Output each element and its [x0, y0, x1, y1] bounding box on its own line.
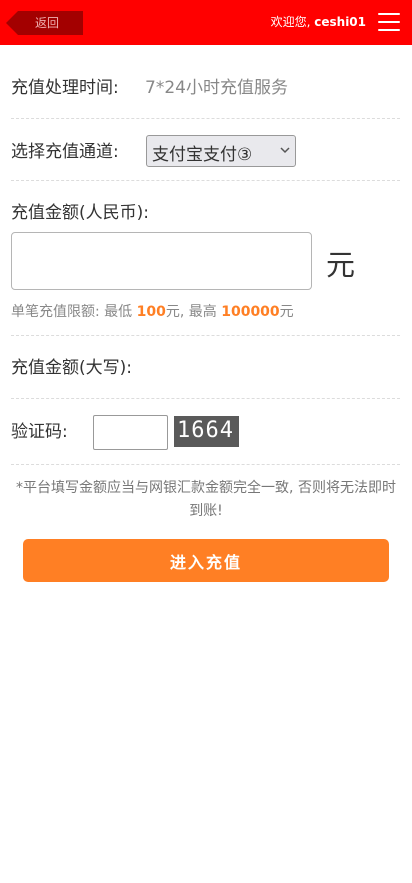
- channel-selected-value: 支付宝支付③: [152, 145, 253, 165]
- top-bar: 返回 欢迎您, ceshi01: [0, 0, 412, 45]
- menu-line: [378, 13, 400, 15]
- limit-max: 100000: [221, 304, 280, 320]
- back-button-label: 返回: [35, 16, 60, 30]
- amount-unit: 元: [326, 248, 356, 282]
- username: ceshi01: [314, 15, 366, 29]
- back-button[interactable]: 返回: [6, 11, 83, 35]
- amount-label: 充值金额(人民币):: [11, 203, 149, 223]
- limit-suffix: 元: [279, 304, 294, 320]
- captcha-image[interactable]: 1664: [174, 416, 239, 447]
- limit-prefix: 单笔充值限额: 最低: [11, 304, 137, 320]
- captcha-image-text: 1664: [177, 418, 234, 443]
- hamburger-menu-icon[interactable]: [378, 13, 400, 32]
- captcha-label: 验证码:: [11, 422, 68, 442]
- channel-label: 选择充值通道:: [11, 142, 119, 162]
- channel-select[interactable]: 支付宝支付③: [146, 135, 296, 167]
- notice-text: *平台填写金额应当与网银汇款金额完全一致, 否则将无法即时到账!: [16, 480, 396, 519]
- submit-recharge-button[interactable]: 进入充值: [23, 539, 389, 582]
- menu-line: [378, 21, 400, 23]
- limit-min: 100: [136, 304, 166, 320]
- channel-row: 选择充值通道: 支付宝支付③: [11, 120, 400, 181]
- menu-line: [378, 29, 400, 31]
- limit-mid: 元, 最高: [165, 304, 222, 320]
- processing-time-value: 7*24小时充值服务: [145, 78, 288, 98]
- captcha-input[interactable]: [93, 415, 168, 450]
- welcome-text: 欢迎您, ceshi01: [271, 14, 366, 30]
- welcome-prefix: 欢迎您,: [270, 15, 315, 29]
- processing-time-row: 充值处理时间: 7*24小时充值服务: [11, 60, 400, 119]
- amount-upper-label: 充值金额(大写):: [11, 358, 132, 378]
- amount-row: 充值金额(人民币): 元 单笔充值限额: 最低 100元, 最高 100000元: [11, 182, 400, 336]
- captcha-row: 验证码: 1664: [11, 400, 400, 465]
- amount-limit-text: 单笔充值限额: 最低 100元, 最高 100000元: [11, 303, 294, 321]
- chevron-down-icon: [280, 147, 290, 154]
- processing-time-label: 充值处理时间:: [11, 78, 119, 98]
- amount-upper-row: 充值金额(大写):: [11, 337, 400, 399]
- amount-input[interactable]: [11, 232, 312, 290]
